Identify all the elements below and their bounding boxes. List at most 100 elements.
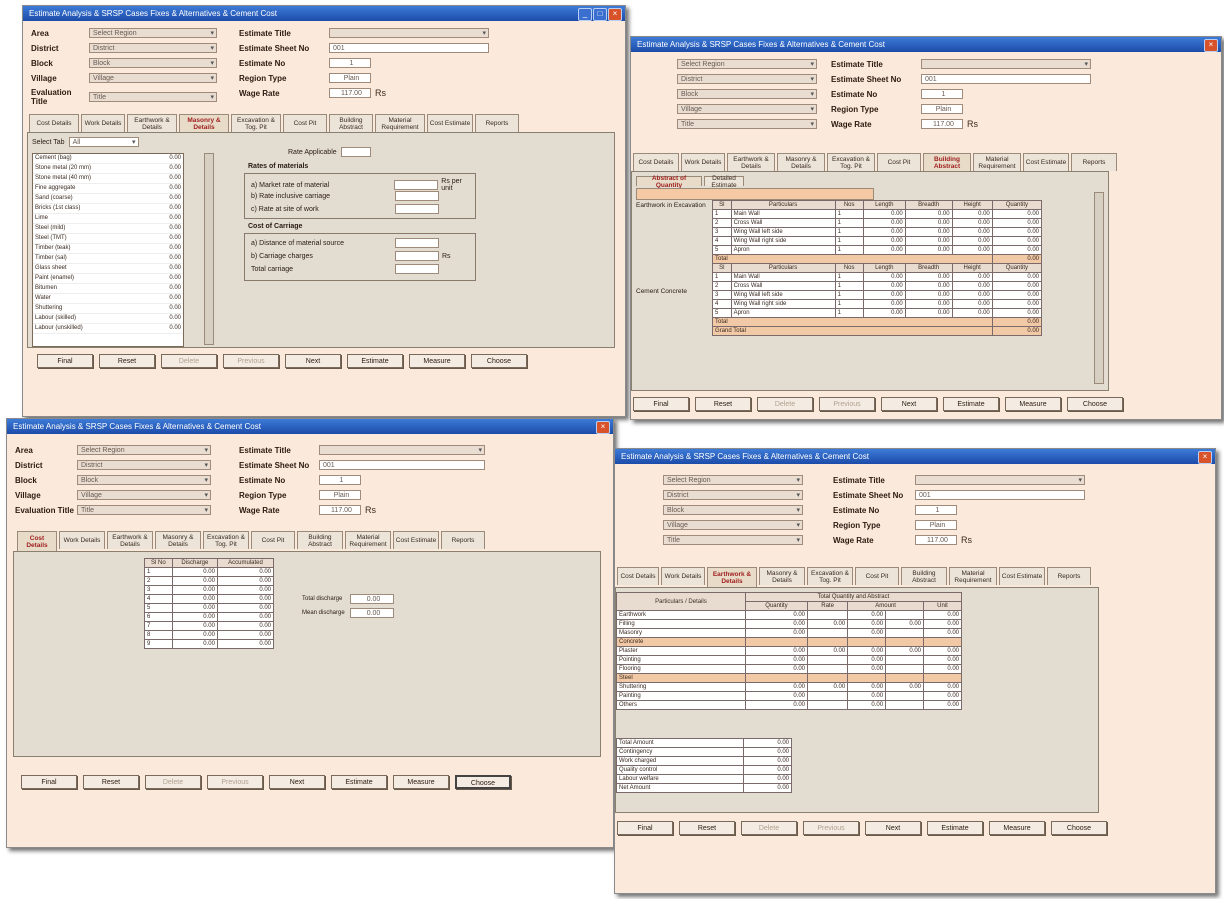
tab-material-requirement[interactable]: Material Requirement: [345, 531, 391, 549]
estimate-title-select[interactable]: [329, 28, 489, 38]
block-select[interactable]: Block: [89, 58, 217, 68]
material-list[interactable]: Cement (bag) 0.00 Stone metal (20 mm) 0.00 S…: [32, 153, 184, 347]
measure-button[interactable]: Measure: [1005, 397, 1061, 411]
tab-cost-estimate[interactable]: Cost Estimate: [1023, 153, 1069, 171]
previous-button[interactable]: Previous: [223, 354, 279, 368]
table-row[interactable]: 9 0.00 0.00: [144, 639, 275, 649]
table-row[interactable]: 7 0.00 0.00: [144, 621, 275, 631]
table-row[interactable]: 1 Main Wall 1 0.00 0.00 0.00 0.00: [712, 272, 1043, 282]
tab-cost-details[interactable]: Cost Details: [633, 153, 679, 171]
choose-button[interactable]: Choose: [1067, 397, 1123, 411]
tab-cost-pit[interactable]: Cost Pit: [251, 531, 295, 549]
wage-rate-input[interactable]: 117.00: [915, 535, 957, 545]
estimate-title-select[interactable]: [319, 445, 485, 455]
list-item[interactable]: Glass sheet 0.00: [33, 264, 183, 274]
delete-button[interactable]: Delete: [757, 397, 813, 411]
tab-work-details[interactable]: Work Details: [681, 153, 725, 171]
final-button[interactable]: Final: [21, 775, 77, 789]
district-select[interactable]: District: [89, 43, 217, 53]
tab-earthwork[interactable]: Earthwork & Details: [107, 531, 153, 549]
final-button[interactable]: Final: [633, 397, 689, 411]
table-row[interactable]: 2 Cross Wall 1 0.00 0.00 0.00 0.00: [712, 281, 1043, 291]
tab-earthwork[interactable]: Earthwork & Details: [127, 114, 177, 132]
village-select[interactable]: Village: [77, 490, 211, 500]
wage-rate-input[interactable]: 117.00: [329, 88, 371, 98]
table-row[interactable]: 3 Wing Wall left side 1 0.00 0.00 0.00 0.00: [712, 290, 1043, 300]
region-type-input[interactable]: Plain: [915, 520, 957, 530]
choose-button[interactable]: Choose: [471, 354, 527, 368]
rate-row-input[interactable]: [395, 204, 439, 214]
measure-button[interactable]: Measure: [409, 354, 465, 368]
list-item[interactable]: Stone metal (40 mm) 0.00: [33, 174, 183, 184]
rate-row-input[interactable]: [395, 191, 439, 201]
table-row[interactable]: 6 0.00 0.00: [144, 612, 275, 622]
tab-work-details[interactable]: Work Details: [661, 567, 705, 585]
evaluation-title-select[interactable]: Title: [663, 535, 803, 545]
tab-cost-details[interactable]: Cost Details: [17, 531, 57, 551]
list-item[interactable]: Labour (skilled) 0.00: [33, 314, 183, 324]
total-discharge-input[interactable]: 0.00: [350, 594, 394, 604]
tab-excavation[interactable]: Excavation & Tog. Pit: [231, 114, 281, 132]
delete-button[interactable]: Delete: [161, 354, 217, 368]
evaluation-title-select[interactable]: Title: [89, 92, 217, 102]
block-select[interactable]: Block: [677, 89, 817, 99]
region-type-input[interactable]: Plain: [329, 73, 371, 83]
carriage-row-input[interactable]: [395, 251, 439, 261]
tab-reports[interactable]: Reports: [1047, 567, 1091, 585]
table-row[interactable]: 4 Wing Wall right side 1 0.00 0.00 0.00 0.00: [712, 236, 1043, 246]
table-row[interactable]: 2 0.00 0.00: [144, 576, 275, 586]
region-type-input[interactable]: Plain: [319, 490, 361, 500]
tab-building-abstract[interactable]: Building Abstract: [297, 531, 343, 549]
close-button[interactable]: ×: [596, 421, 610, 434]
tab-material-requirement[interactable]: Material Requirement: [973, 153, 1021, 171]
choose-button[interactable]: Choose: [455, 775, 511, 789]
tab-building-abstract[interactable]: Building Abstract: [923, 153, 971, 171]
list-item[interactable]: Bricks (1st class) 0.00: [33, 204, 183, 214]
estimate-sheet-input[interactable]: 001: [921, 74, 1091, 84]
list-item[interactable]: Sand (coarse) 0.00: [33, 194, 183, 204]
tab-excavation[interactable]: Excavation & Tog. Pit: [827, 153, 875, 171]
table-row[interactable]: 5 Apron 1 0.00 0.00 0.00 0.00: [712, 308, 1043, 318]
area-select[interactable]: Select Region: [89, 28, 217, 38]
block-select[interactable]: Block: [77, 475, 211, 485]
district-select[interactable]: District: [677, 74, 817, 84]
estimate-sheet-input[interactable]: 001: [915, 490, 1085, 500]
scrollbar[interactable]: [1094, 192, 1104, 384]
list-item[interactable]: Shuttering 0.00: [33, 304, 183, 314]
table-row[interactable]: Others 0.00 0.00 0.00: [616, 700, 962, 710]
delete-button[interactable]: Delete: [145, 775, 201, 789]
reset-button[interactable]: Reset: [695, 397, 751, 411]
tab-masonry[interactable]: Masonry & Details: [155, 531, 201, 549]
table-row[interactable]: 1 Main Wall 1 0.00 0.00 0.00 0.00: [712, 209, 1043, 219]
village-select[interactable]: Village: [677, 104, 817, 114]
table-row[interactable]: Filling 0.00 0.00 0.00 0.00 0.00: [616, 619, 962, 629]
close-button[interactable]: ×: [1198, 451, 1212, 464]
tab-cost-estimate[interactable]: Cost Estimate: [999, 567, 1045, 585]
final-button[interactable]: Final: [617, 821, 673, 835]
subtab-detailed[interactable]: Detailed Estimate: [704, 175, 744, 189]
tab-cost-estimate[interactable]: Cost Estimate: [393, 531, 439, 549]
list-item[interactable]: Bitumen 0.00: [33, 284, 183, 294]
table-row[interactable]: 2 Cross Wall 1 0.00 0.00 0.00 0.00: [712, 218, 1043, 228]
reset-button[interactable]: Reset: [83, 775, 139, 789]
block-select[interactable]: Block: [663, 505, 803, 515]
close-button[interactable]: ×: [608, 8, 622, 21]
estimate-no-input[interactable]: 1: [921, 89, 963, 99]
wage-rate-input[interactable]: 117.00: [921, 119, 963, 129]
estimate-title-select[interactable]: [921, 59, 1091, 69]
table-row[interactable]: 4 0.00 0.00: [144, 594, 275, 604]
next-button[interactable]: Next: [285, 354, 341, 368]
table-row[interactable]: Concrete: [616, 637, 962, 647]
table-row[interactable]: 1 0.00 0.00: [144, 567, 275, 577]
estimate-no-input[interactable]: 1: [329, 58, 371, 68]
tab-earthwork[interactable]: Earthwork & Details: [707, 567, 757, 587]
measure-button[interactable]: Measure: [393, 775, 449, 789]
tab-cost-details[interactable]: Cost Details: [617, 567, 659, 585]
area-select[interactable]: Select Region: [663, 475, 803, 485]
estimate-sheet-input[interactable]: 001: [319, 460, 485, 470]
area-select[interactable]: Select Region: [677, 59, 817, 69]
district-select[interactable]: District: [663, 490, 803, 500]
table-row[interactable]: 5 Apron 1 0.00 0.00 0.00 0.00: [712, 245, 1043, 255]
estimate-button[interactable]: Estimate: [943, 397, 999, 411]
list-item[interactable]: Cement (bag) 0.00: [33, 154, 183, 164]
